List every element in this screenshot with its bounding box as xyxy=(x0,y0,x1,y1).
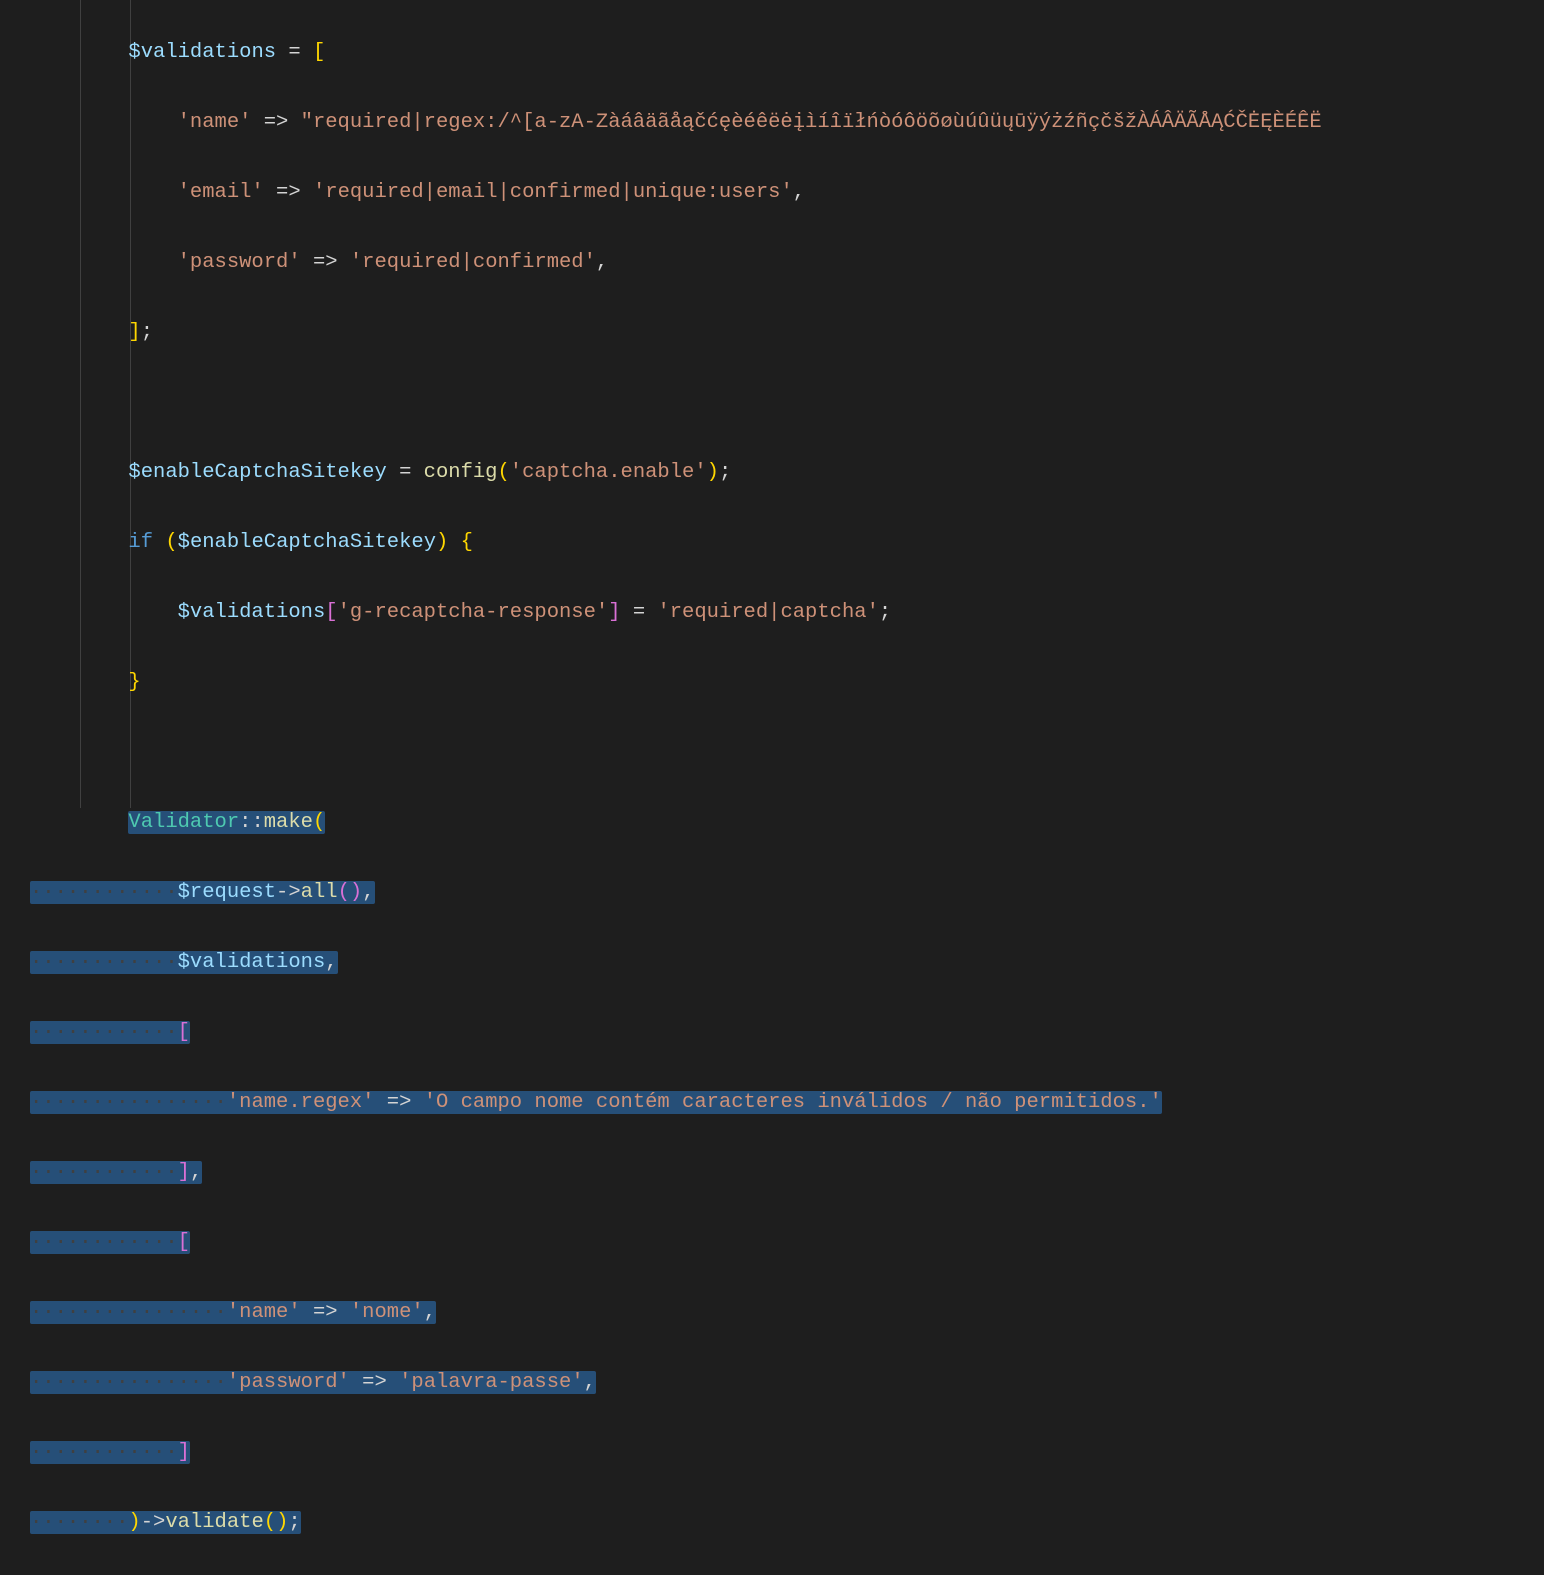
whitespace-dots: ············ xyxy=(30,881,178,904)
string-value: "required|regex:/^[a-zA-Zàáâäãåąčćęèéêëė… xyxy=(301,111,1322,134)
whitespace-dots: ············ xyxy=(30,1021,178,1044)
code-line[interactable]: 'password' => 'required|confirmed', xyxy=(30,245,1322,280)
whitespace-dots: ············ xyxy=(30,1161,178,1184)
variable: $validations xyxy=(178,601,326,624)
code-line[interactable]: Validator::make( xyxy=(30,805,1322,840)
variable: $request xyxy=(178,881,276,904)
string-value: 'palavra-passe' xyxy=(399,1371,584,1394)
string-value: 'nome' xyxy=(350,1301,424,1324)
code-line[interactable]: 'email' => 'required|email|confirmed|uni… xyxy=(30,175,1322,210)
code-line[interactable]: ········)->validate(); xyxy=(30,1505,1322,1540)
code-line[interactable]: ············] xyxy=(30,1435,1322,1470)
variable: $enableCaptchaSitekey xyxy=(128,461,386,484)
code-line[interactable]: ············$validations, xyxy=(30,945,1322,980)
variable: $validations xyxy=(128,41,276,64)
code-line[interactable]: ················'password' => 'palavra-p… xyxy=(30,1365,1322,1400)
function-call: make xyxy=(264,811,313,834)
whitespace-dots: ················ xyxy=(30,1371,227,1394)
code-line[interactable]: } xyxy=(30,665,1322,700)
string-key: 'email' xyxy=(178,181,264,204)
code-line[interactable]: ················'name' => 'nome', xyxy=(30,1295,1322,1330)
string-key: 'password' xyxy=(227,1371,350,1394)
code-line[interactable]: ················'name.regex' => 'O campo… xyxy=(30,1085,1322,1120)
code-line[interactable]: if ($enableCaptchaSitekey) { xyxy=(30,525,1322,560)
string-value: 'required|confirmed' xyxy=(350,251,596,274)
whitespace-dots: ············ xyxy=(30,951,178,974)
function-call: config xyxy=(424,461,498,484)
whitespace-dots: ············ xyxy=(30,1441,178,1464)
code-line[interactable]: $enableCaptchaSitekey = config('captcha.… xyxy=(30,455,1322,490)
code-line[interactable]: ]; xyxy=(30,315,1322,350)
string-value: 'required|email|confirmed|unique:users' xyxy=(313,181,793,204)
function-call: all xyxy=(301,881,338,904)
code-line-empty[interactable] xyxy=(30,385,1322,420)
string-key: 'name' xyxy=(178,111,252,134)
whitespace-dots: ················ xyxy=(30,1091,227,1114)
variable: $validations xyxy=(178,951,326,974)
string-key: 'password' xyxy=(178,251,301,274)
code-line[interactable]: ············$request->all(), xyxy=(30,875,1322,910)
function-call: validate xyxy=(165,1511,263,1534)
code-line-empty[interactable] xyxy=(30,735,1322,770)
code-line[interactable]: ············], xyxy=(30,1155,1322,1190)
class-name: Validator xyxy=(128,811,239,834)
string-value: 'O campo nome contém caracteres inválido… xyxy=(424,1091,1162,1114)
string-key: 'name.regex' xyxy=(227,1091,375,1114)
code-line[interactable]: $validations['g-recaptcha-response'] = '… xyxy=(30,595,1322,630)
code-line[interactable]: ············[ xyxy=(30,1225,1322,1260)
code-line[interactable]: 'name' => "required|regex:/^[a-zA-Zàáâäã… xyxy=(30,105,1322,140)
string-key: 'name' xyxy=(227,1301,301,1324)
whitespace-dots: ················ xyxy=(30,1301,227,1324)
code-line[interactable]: $validations = [ xyxy=(30,35,1322,70)
keyword: if xyxy=(128,531,153,554)
whitespace-dots: ········ xyxy=(30,1511,128,1534)
code-editor[interactable]: $validations = [ 'name' => "required|reg… xyxy=(0,0,1322,1575)
whitespace-dots: ············ xyxy=(30,1231,178,1254)
code-line[interactable]: ············[ xyxy=(30,1015,1322,1050)
